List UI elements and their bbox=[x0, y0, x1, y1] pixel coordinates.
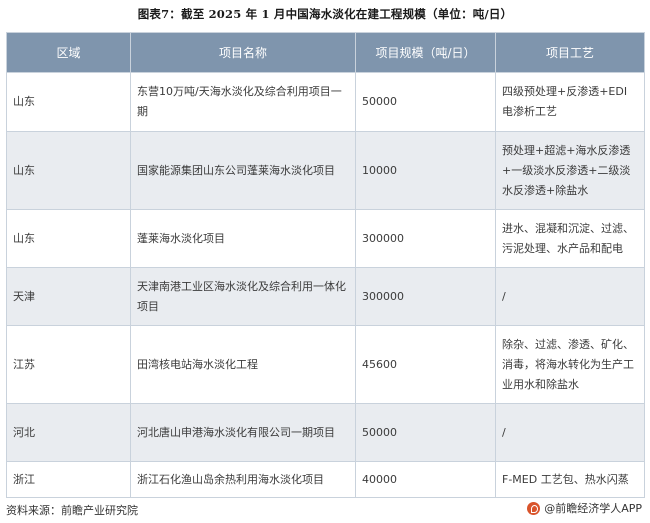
table-row: 山东 东营10万吨/天海水淡化及综合利用项目一期 50000 四级预处理+反渗透… bbox=[6, 72, 645, 132]
cell-project-name: 天津南港工业区海水淡化及综合利用一体化项目 bbox=[130, 267, 356, 326]
brand-logo-icon bbox=[527, 501, 541, 515]
cell-project-name: 田湾核电站海水淡化工程 bbox=[130, 325, 356, 404]
header-region: 区域 bbox=[6, 32, 131, 73]
cell-project-process: F-MED 工艺包、热水闪蒸 bbox=[495, 461, 645, 498]
table-row: 天津 天津南港工业区海水淡化及综合利用一体化项目 300000 / bbox=[6, 267, 645, 326]
cell-project-name: 浙江石化渔山岛余热利用海水淡化项目 bbox=[130, 461, 356, 498]
cell-project-scale: 10000 bbox=[355, 131, 496, 210]
cell-project-process: / bbox=[495, 267, 645, 326]
table-title: 图表7：截至 2025 年 1 月中国海水淡化在建工程规模（单位：吨/日） bbox=[137, 7, 513, 21]
cell-region: 河北 bbox=[6, 403, 131, 462]
source-note: 资料来源：前瞻产业研究院 bbox=[6, 504, 138, 517]
cell-region: 山东 bbox=[6, 209, 131, 268]
cell-project-name: 蓬莱海水淡化项目 bbox=[130, 209, 356, 268]
cell-project-scale: 300000 bbox=[355, 267, 496, 326]
cell-project-scale: 50000 bbox=[355, 403, 496, 462]
cell-project-process: 除杂、过滤、渗透、矿化、消毒，将海水转化为生产工业用水和除盐水 bbox=[495, 325, 645, 404]
cell-project-scale: 50000 bbox=[355, 72, 496, 132]
construction-projects-table: 区域 项目名称 项目规模（吨/日） 项目工艺 山东 东营10万吨/天海水淡化及综… bbox=[6, 32, 645, 498]
cell-region: 天津 bbox=[6, 267, 131, 326]
cell-project-process: 进水、混凝和沉淀、过滤、污泥处理、水产品和配电 bbox=[495, 209, 645, 268]
header-project-scale: 项目规模（吨/日） bbox=[355, 32, 496, 73]
header-project-process: 项目工艺 bbox=[495, 32, 645, 73]
table-row: 山东 国家能源集团山东公司蓬莱海水淡化项目 10000 预处理+超滤+海水反渗透… bbox=[6, 131, 645, 210]
table-row: 山东 蓬莱海水淡化项目 300000 进水、混凝和沉淀、过滤、污泥处理、水产品和… bbox=[6, 209, 645, 268]
cell-project-name: 河北唐山申港海水淡化有限公司一期项目 bbox=[130, 403, 356, 462]
table-header-row: 区域 项目名称 项目规模（吨/日） 项目工艺 bbox=[6, 32, 645, 73]
table-row: 江苏 田湾核电站海水淡化工程 45600 除杂、过滤、渗透、矿化、消毒，将海水转… bbox=[6, 325, 645, 404]
cell-project-scale: 40000 bbox=[355, 461, 496, 498]
cell-region: 浙江 bbox=[6, 461, 131, 498]
cell-project-process: / bbox=[495, 403, 645, 462]
cell-project-process: 四级预处理+反渗透+EDI电渗析工艺 bbox=[495, 72, 645, 132]
cell-region: 山东 bbox=[6, 131, 131, 210]
cell-project-scale: 300000 bbox=[355, 209, 496, 268]
cell-region: 江苏 bbox=[6, 325, 131, 404]
header-project-name: 项目名称 bbox=[130, 32, 356, 73]
brand-credit: @前瞻经济学人APP bbox=[527, 500, 642, 516]
cell-project-name: 国家能源集团山东公司蓬莱海水淡化项目 bbox=[130, 131, 356, 210]
cell-project-name: 东营10万吨/天海水淡化及综合利用项目一期 bbox=[130, 72, 356, 132]
cell-project-scale: 45600 bbox=[355, 325, 496, 404]
table-row: 浙江 浙江石化渔山岛余热利用海水淡化项目 40000 F-MED 工艺包、热水闪… bbox=[6, 461, 645, 498]
brand-text: @前瞻经济学人APP bbox=[544, 502, 642, 515]
cell-region: 山东 bbox=[6, 72, 131, 132]
cell-project-process: 预处理+超滤+海水反渗透+一级淡水反渗透+二级淡水反渗透+除盐水 bbox=[495, 131, 645, 210]
table-row: 河北 河北唐山申港海水淡化有限公司一期项目 50000 / bbox=[6, 403, 645, 462]
